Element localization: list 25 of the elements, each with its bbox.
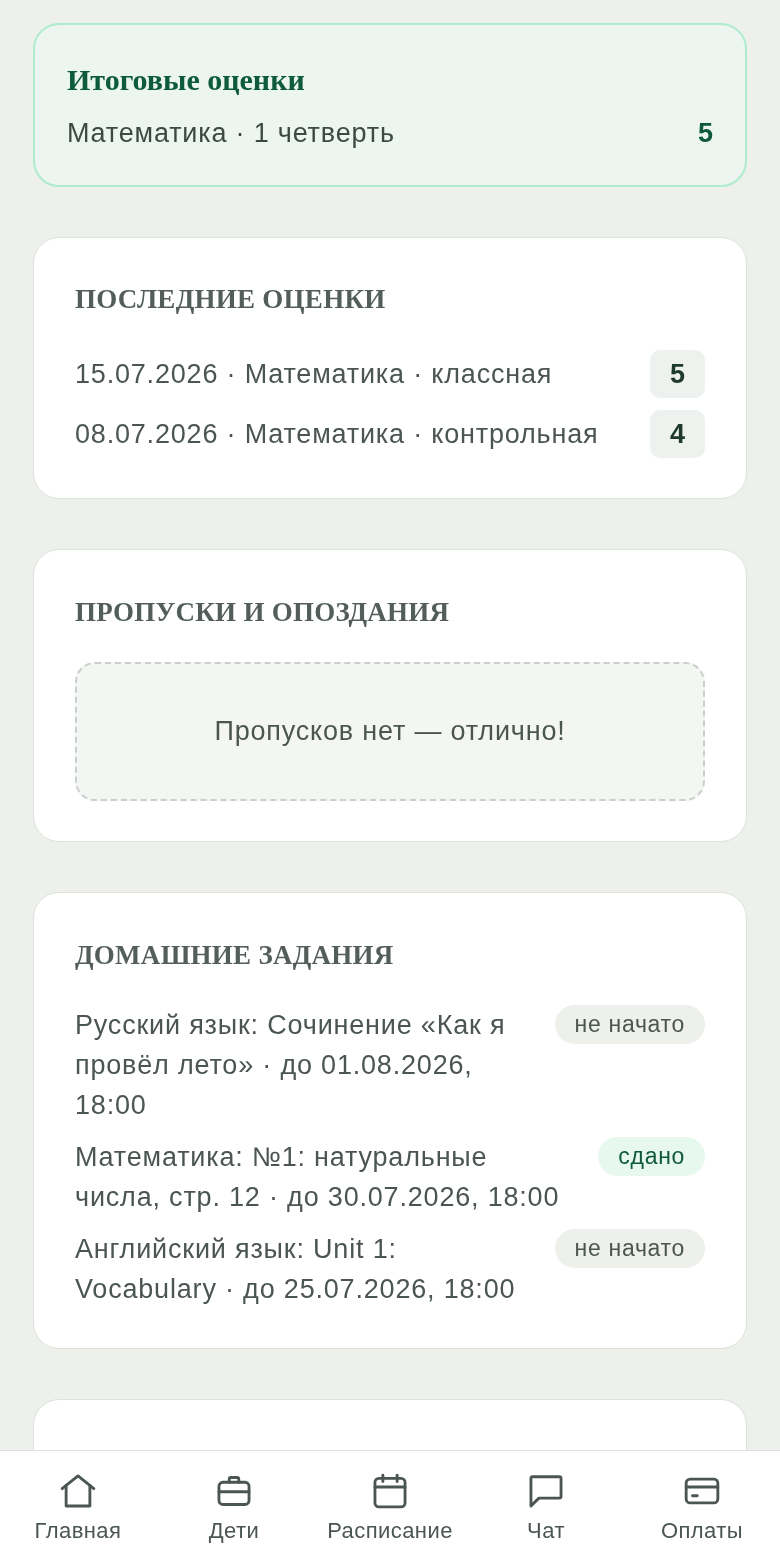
grade-entry: 08.07.2026 · Математика · контрольная [75, 417, 599, 451]
grade-badge: 4 [650, 410, 705, 458]
chat-bubble-icon [527, 1472, 565, 1510]
final-grade: 5 [697, 116, 713, 150]
status-badge: не начато [554, 1005, 705, 1044]
nav-tab[interactable]: Оплаты [624, 1451, 780, 1560]
section-heading: ПРОПУСКИ И ОПОЗДАНИЯ [75, 596, 451, 629]
nav-tab[interactable]: Дети [156, 1451, 312, 1560]
homework-entry: Русский язык: Сочинение «Как я провёл лето» · до 01.08.2026, 18:00 [75, 1009, 507, 1122]
status-badge: не начато [554, 1229, 705, 1268]
nav-tab[interactable]: Главная [0, 1451, 156, 1560]
section-heading: ДОМАШНИЕ ЗАДАНИЯ [75, 939, 395, 972]
grade-badge: 5 [650, 350, 705, 398]
subject-period: Математика · 1 четверть [67, 116, 395, 150]
homework-entry: Математика: №1: натуральные числа, стр. 12 · до 30.07.2026, 18:00 [75, 1141, 561, 1214]
calendar-icon [371, 1472, 409, 1510]
empty-state-message: Пропусков нет — отлично! [214, 715, 566, 749]
section-heading: ПОСЛЕДНИЕ ОЦЕНКИ [75, 283, 387, 316]
home-icon [59, 1472, 97, 1510]
nav-tab[interactable]: Чат [468, 1451, 624, 1560]
homework-entry: Английский язык: Unit 1: Vocabulary · до 25.07.2026, 18:00 [75, 1233, 517, 1306]
card-title: Итоговые оценки [67, 62, 306, 98]
nav-tab[interactable]: Расписание [312, 1451, 468, 1560]
grade-entry: 15.07.2026 · Математика · классная [75, 357, 553, 391]
status-badge: сдано [598, 1137, 705, 1176]
